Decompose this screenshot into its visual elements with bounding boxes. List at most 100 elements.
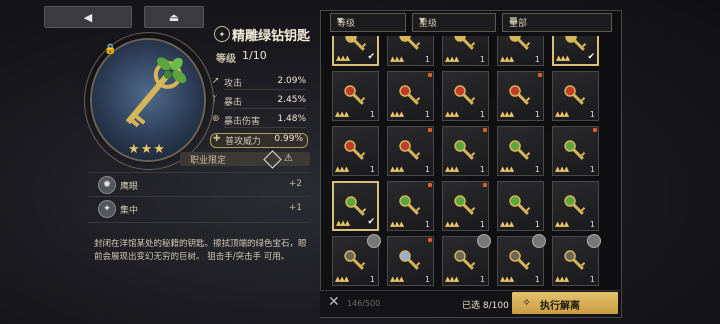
execute-dismantle-button[interactable]: ✧ 执行解离 [512,292,618,314]
back-button[interactable]: ◀ [44,6,132,28]
key-icon [344,140,366,160]
grid-icon: ▦ [509,16,518,26]
key-item-cell[interactable]: ▲▲▲ 1 [442,36,489,66]
key-icon [344,85,366,105]
key-item-cell[interactable]: ▲▲▲ ✔ [332,181,379,231]
skill-bonus: +2 [288,179,302,189]
quality-stars: ▲▲▲ [335,165,349,173]
chevron-down-icon: ▼ [419,16,426,25]
item-count: 1 [369,165,375,174]
key-item-cell[interactable]: ▲▲▲ 1 [552,181,599,231]
key-item-cell[interactable]: ▲▲▲ 1 [332,234,381,286]
new-badge-icon [428,183,432,187]
key-type-icon: ✦ [214,26,230,42]
quality-stars: ▲▲▲ [555,220,569,228]
item-count: 1 [534,275,540,284]
item-description: 封闭在洋馆某处的秘籍的钥匙。擦拭顶端的绿色宝石，眼前会展现出变幻无穷的巨树。 狙… [94,239,307,262]
key-item-cell[interactable]: ▲▲▲ 1 [387,71,434,121]
stat-crit-damage: ⊛ 暴击伤害 1.48% [212,114,306,128]
eject-icon: ⏏ [168,10,180,24]
new-badge-icon [483,183,487,187]
skill-eagle-eye: ✺ 鹰眼 +2 [96,176,308,194]
key-item-cell[interactable]: ▲▲▲ 1 [497,234,546,286]
item-count: 1 [534,110,540,119]
inventory-capacity: 146/500 [347,299,381,308]
quality-stars: ▲▲▲ [500,110,514,118]
new-badge-icon [428,73,432,77]
item-count: 1 [534,220,540,229]
item-grid: ▲▲▲ ✔ ▲▲▲ 1 ▲▲▲ 1 ▲▲▲ 1 ▲▲▲ ✔ ▲▲▲ 1 ▲▲▲ 1 ▲▲▲ 1 ▲▲▲ 1 ▲▲▲ 1… [332,36,610,288]
quality-stars: ▲▲▲ [556,54,570,62]
equipped-badge-icon [367,234,381,248]
key-item-cell[interactable]: ▲▲▲ 1 [497,126,544,176]
all-filter[interactable]: 全部 ▦ [502,13,612,32]
stat-label: 暴击伤害 [224,117,261,127]
power-icon: ✚ [213,134,221,144]
item-count: 1 [424,220,430,229]
key-item-cell[interactable]: ▲▲▲ 1 [442,234,491,286]
key-item-cell[interactable]: ▲▲▲ 1 [387,126,434,176]
stat-attack: ➚ 攻击 2.09% [212,76,306,90]
key-icon [399,85,421,105]
key-icon [454,195,476,215]
key-icon [454,36,476,50]
key-item-cell[interactable]: ▲▲▲ 1 [552,234,601,286]
quality-stars: ▲▲▲ [555,165,569,173]
quality-stars: ▲▲▲ [390,55,404,63]
quality-stars: ▲▲▲ [390,165,404,173]
key-item-cell[interactable]: ▲▲▲ 1 [332,126,379,176]
key-icon [509,36,531,50]
key-item-cell[interactable]: ▲▲▲ 1 [442,181,489,231]
key-item-cell[interactable]: ▲▲▲ 1 [332,71,379,121]
lock-icon[interactable]: 🔒 [104,44,116,56]
quality-stars: ▲▲▲ [500,220,514,228]
key-item-cell[interactable]: ▲▲▲ 1 [387,236,434,286]
skill-focus: ✦ 集中 +1 [96,200,308,218]
quality-stars: ▲▲▲ [445,275,459,283]
quality-stars: ▲▲▲ [390,110,404,118]
item-count: 1 [424,165,430,174]
key-item-cell[interactable]: ▲▲▲ 1 [497,71,544,121]
key-item-cell[interactable]: ▲▲▲ 1 [387,36,434,66]
key-icon [564,85,586,105]
close-icon[interactable]: ✕ [328,294,340,310]
key-item-cell[interactable]: ▲▲▲ 1 [387,181,434,231]
key-item-cell[interactable]: ▲▲▲ 1 [552,126,599,176]
key-item-cell[interactable]: ▲▲▲ 1 [442,71,489,121]
item-count: 1 [589,110,595,119]
star-filter[interactable]: 星级 ▼ [412,13,496,32]
selected-count: 已选 8/100 [462,301,509,311]
chevron-down-icon: ▼ [337,16,344,25]
job-limit-label: 职业限定 [190,156,227,166]
key-item-cell[interactable]: ▲▲▲ ✔ [332,36,379,66]
new-badge-icon [483,128,487,132]
key-item-cell[interactable]: ▲▲▲ 1 [497,36,544,66]
key-item-cell[interactable]: ▲▲▲ 1 [497,181,544,231]
quality-stars: ▲▲▲ [500,275,514,283]
arrow-icon: ➚ [212,76,220,86]
collapse-button[interactable]: ⏏ [144,6,204,28]
key-item-cell[interactable]: ▲▲▲ ✔ [552,36,599,66]
new-badge-icon [428,128,432,132]
crit-dmg-icon: ⊛ [212,114,220,124]
stat-value: 2.45% [277,95,306,105]
item-count: 1 [534,55,540,64]
execute-label: 执行解离 [540,301,580,312]
eagle-eye-icon: ✺ [98,176,116,194]
stat-value: 0.99% [274,134,303,144]
key-icon [345,36,367,51]
key-icon [454,85,476,105]
quality-stars: ▲▲▲ [335,110,349,118]
key-item-cell[interactable]: ▲▲▲ 1 [442,126,489,176]
sniper-class-icon: ◇ [263,150,282,169]
check-icon: ✔ [367,217,375,227]
key-item-cell[interactable]: ▲▲▲ 1 [552,71,599,121]
level-filter[interactable]: 等级 ▼ [330,13,406,32]
key-icon [564,250,586,270]
item-count: 1 [589,275,595,284]
back-arrow-icon: ◀ [83,10,93,24]
key-icon [399,140,421,160]
divider [88,222,310,223]
quality-stars: ▲▲▲ [555,110,569,118]
quality-stars: ▲▲▲ [445,110,459,118]
